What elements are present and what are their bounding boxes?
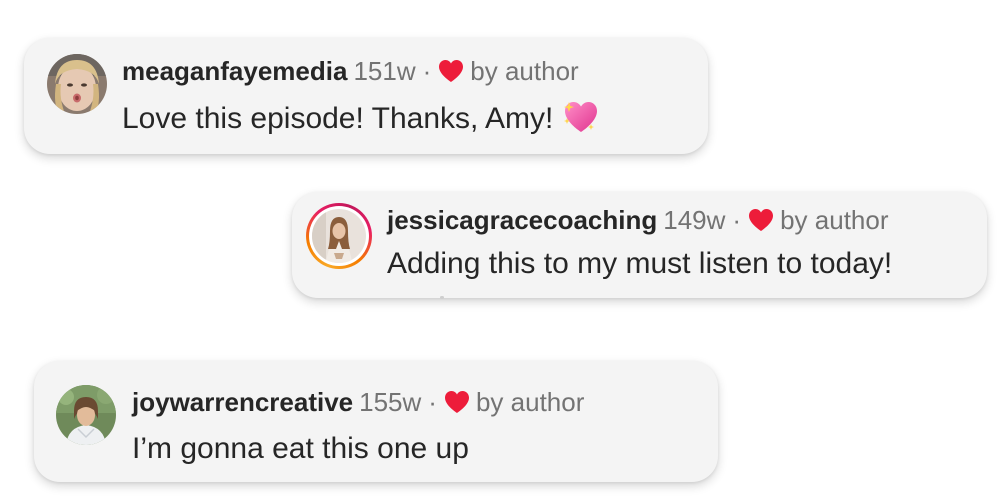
comment-text: Adding this to my must listen to today! — [387, 246, 892, 282]
comment-meta: jessicagracecoaching 149w · by author — [387, 205, 889, 235]
comment-text: I’m gonna eat this one up — [132, 431, 469, 467]
meta-separator: · — [428, 387, 437, 417]
username-link[interactable]: jessicagracecoaching — [387, 205, 657, 235]
comment-card: meaganfayemedia 151w · by author Love this … — [24, 38, 708, 154]
avatar-photo-icon — [47, 54, 107, 114]
liked-by-author-label: by author — [470, 56, 579, 86]
meta-separator: · — [732, 205, 742, 235]
meta-separator: · — [422, 56, 432, 86]
comment-card: jessicagracecoaching 149w · by author Addin… — [292, 192, 987, 298]
heart-icon — [444, 390, 470, 414]
avatar[interactable] — [312, 209, 366, 263]
avatar-photo-icon — [312, 209, 366, 263]
avatar-photo-icon — [56, 385, 116, 445]
comment-meta: meaganfayemedia 151w · by author — [122, 56, 579, 86]
comment-body: Love this episode! Thanks, Amy! — [122, 102, 554, 135]
comment-body: I’m gonna eat this one up — [132, 432, 469, 465]
sparkling-heart-icon — [561, 98, 599, 134]
username-link[interactable]: joywarrencreative — [132, 387, 353, 417]
comment-age: 149w — [663, 205, 726, 235]
comment-age: 151w — [353, 56, 416, 86]
comment-text: Love this episode! Thanks, Amy! — [122, 98, 599, 137]
liked-by-author-label: by author — [780, 205, 889, 235]
username-link[interactable]: meaganfayemedia — [122, 56, 347, 86]
liked-by-author-label: by author — [475, 387, 585, 417]
heart-icon — [438, 59, 464, 83]
comment-card: joywarrencreative 155w · by author I’m gonn… — [34, 361, 718, 482]
avatar[interactable] — [56, 385, 116, 445]
heart-icon — [748, 208, 774, 232]
comment-meta: joywarrencreative 155w · by author — [132, 387, 584, 417]
comment-age: 155w — [359, 387, 422, 417]
avatar[interactable] — [47, 54, 107, 114]
divider-mark — [440, 296, 444, 299]
comment-body: Adding this to my must listen to today! — [387, 247, 893, 280]
comments-stage: meaganfayemedia 151w · by author Love this … — [0, 0, 1000, 500]
